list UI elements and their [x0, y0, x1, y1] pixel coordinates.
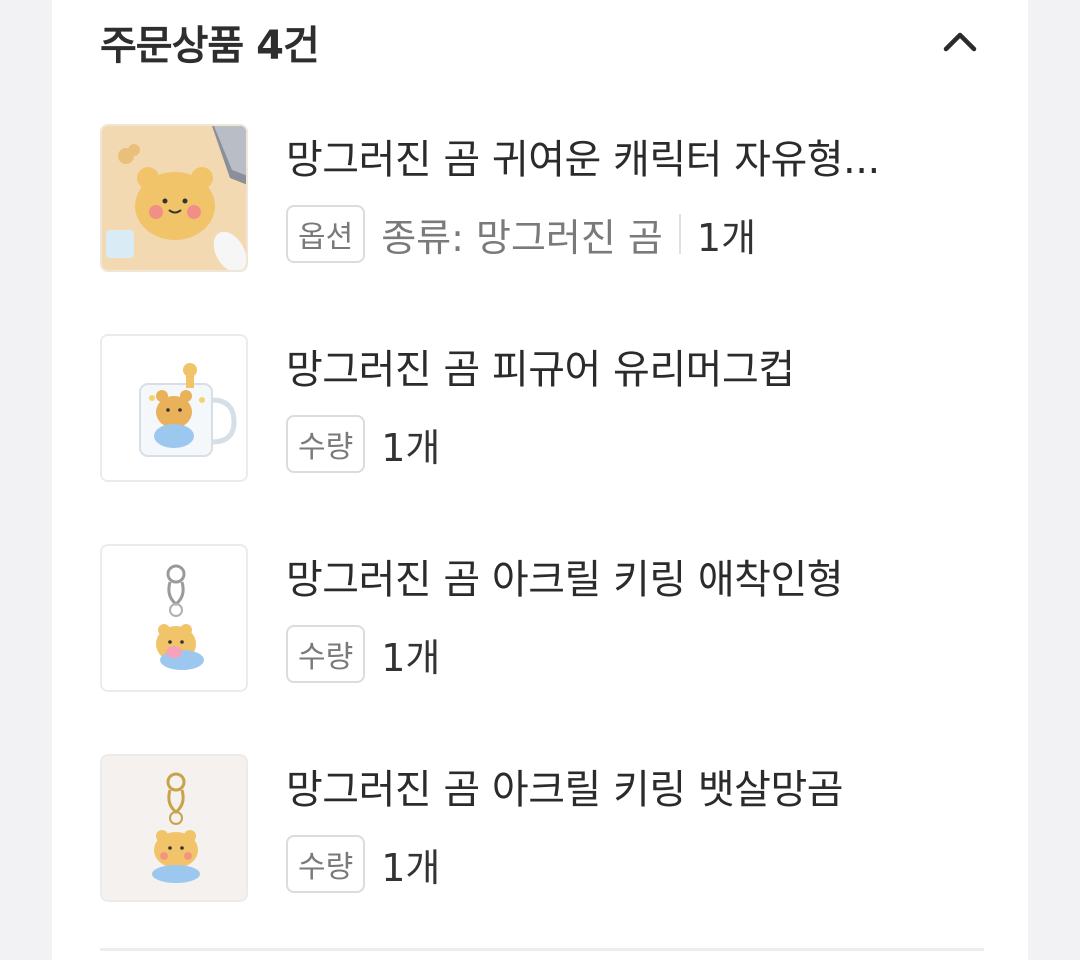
product-thumbnail[interactable] — [100, 334, 248, 482]
quantity-badge: 수량 — [286, 625, 366, 683]
product-name[interactable]: 망그러진 곰 아크릴 키링 뱃살망곰 — [286, 762, 982, 818]
product-name[interactable]: 망그러진 곰 피규어 유리머그컵 — [286, 342, 982, 398]
product-meta: 옵션 종류: 망그러진 곰 1개 — [286, 202, 756, 266]
order-items-title: 주문상품 4건 — [100, 23, 320, 69]
product-thumbnail[interactable] — [100, 754, 248, 902]
order-items-card: 주문상품 4건 망그러진 곰 귀여운 캐릭터 자유형... 옵션 종류: 망그러… — [52, 0, 1028, 960]
order-item: 망그러진 곰 피규어 유리머그컵 수량 1개 — [100, 334, 984, 484]
product-name[interactable]: 망그러진 곰 아크릴 키링 애착인형 — [286, 552, 982, 608]
bear-keyring-belly-image — [102, 756, 246, 900]
order-item: 망그러진 곰 아크릴 키링 애착인형 수량 1개 — [100, 544, 984, 694]
product-meta: 수량 1개 — [286, 832, 440, 896]
product-meta: 수량 1개 — [286, 412, 440, 476]
collapse-button[interactable] — [936, 18, 984, 66]
order-item: 망그러진 곰 아크릴 키링 뱃살망곰 수량 1개 — [100, 754, 984, 904]
product-name[interactable]: 망그러진 곰 귀여운 캐릭터 자유형... — [286, 132, 982, 188]
product-thumbnail[interactable] — [100, 124, 248, 272]
product-quantity: 1개 — [381, 635, 441, 680]
product-thumbnail[interactable] — [100, 544, 248, 692]
product-quantity: 1개 — [381, 845, 441, 890]
bear-mousepad-image — [102, 126, 246, 270]
order-items-header[interactable]: 주문상품 4건 — [100, 10, 984, 74]
quantity-badge: 수량 — [286, 415, 366, 473]
quantity-badge: 수량 — [286, 835, 366, 893]
bear-keyring-doll-image — [102, 546, 246, 690]
product-quantity: 1개 — [381, 425, 441, 470]
meta-divider — [678, 214, 681, 254]
bear-glass-mug-image — [102, 336, 246, 480]
product-meta: 수량 1개 — [286, 622, 440, 686]
product-quantity: 1개 — [696, 215, 757, 260]
chevron-up-icon — [943, 32, 977, 52]
order-item: 망그러진 곰 귀여운 캐릭터 자유형... 옵션 종류: 망그러진 곰 1개 — [100, 124, 984, 274]
section-divider — [100, 948, 984, 951]
product-option-value: 종류: 망그러진 곰 — [381, 215, 663, 260]
option-badge: 옵션 — [286, 205, 366, 263]
